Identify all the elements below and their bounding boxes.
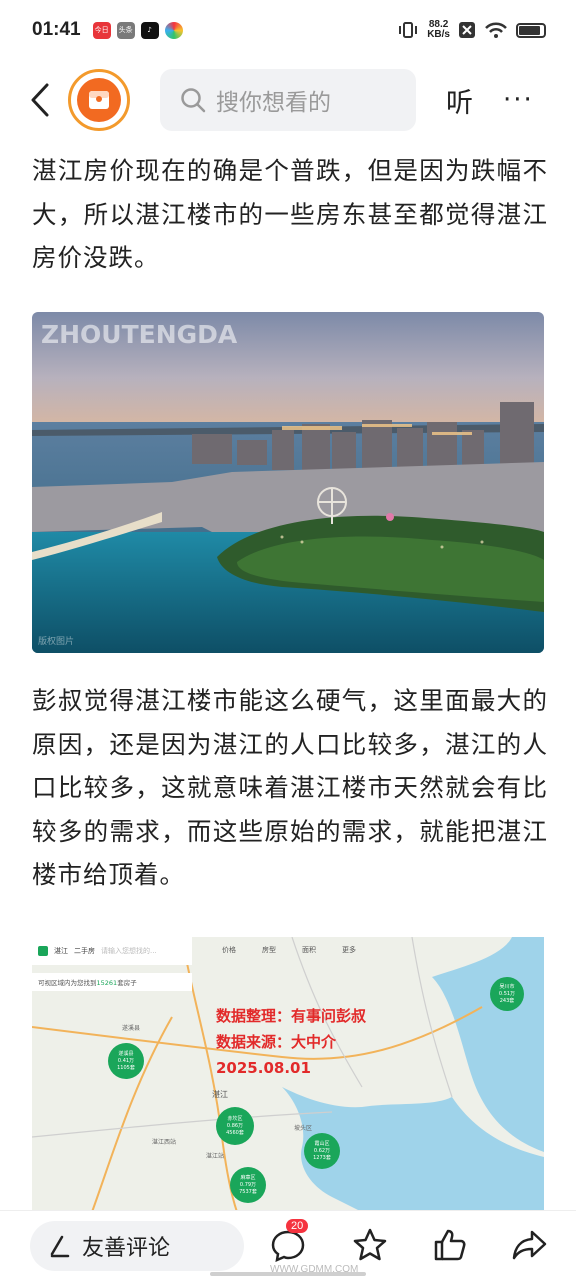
chevron-left-icon [31,83,49,117]
nfc-icon [459,22,475,38]
net-speed: 88.2 KB/s [427,19,450,40]
map-app-header: 湛江 二手房 请输入您想找的... [32,937,192,965]
news-app-icon: 今日 [92,21,111,39]
map-overlay-line-2: 数据来源：大中介 [216,1033,337,1051]
status-app-icons: 今日 头条 ♪ [92,21,183,39]
map-overlay-text: 数据整理：有事问彭叔 数据来源：大中介 2025.08.01 [216,1003,366,1081]
pen-icon [50,1235,70,1257]
wifi-icon [485,22,507,38]
listen-button[interactable]: 听 [446,81,473,120]
photo-credit: 版权图片 [38,637,75,647]
like-button[interactable] [430,1225,470,1265]
map-place-label: 湛江站 [206,1153,225,1160]
search-placeholder: 搜你想看的 [216,90,331,116]
photo-watermark: ZHOUTENGDA [41,320,238,349]
harbor-city-photo [32,312,544,653]
app-logo-icon [38,946,48,956]
map-tab-more: 更多 [342,946,356,954]
map-tab-secondhand: 二手房 [74,947,95,955]
map-overlay-date: 2025.08.01 [216,1059,311,1077]
map-result-hint: 可视区域内为您找到15261套房子 [32,973,192,991]
map-overlay-line-1: 数据整理：有事问彭叔 [216,1007,367,1025]
comments-button[interactable]: 20 [268,1219,309,1265]
map-place-label: 坡头区 [294,1125,313,1132]
favorite-button[interactable] [350,1225,390,1265]
status-time: 01:41 [32,19,81,40]
article-photo[interactable]: ZHOUTENGDA 版权图片 [32,312,544,653]
red-envelope-icon [77,78,121,122]
map-place-label: 遂溪县 [122,1025,141,1032]
map-cluster-chikan[interactable]: 赤坎区 0.86万 4560套 [216,1107,254,1145]
map-cluster-wuchuan[interactable]: 吴川市 0.51万 243套 [490,977,524,1011]
map-filter-tabs: 价格 房型 面积 更多 [222,945,356,955]
author-avatar[interactable] [68,69,130,131]
toutiao-app-icon: 头条 [116,21,135,39]
battery-icon [516,22,546,38]
comment-input[interactable]: 友善评论 [30,1220,244,1271]
search-input[interactable]: 搜你想看的 [160,69,416,131]
article-paragraph-2: 彭叔觉得湛江楼市能这么硬气，这里面最大的原因，还是因为湛江的人口比较多，湛江的人… [32,686,548,889]
map-tab-layout: 房型 [262,946,276,954]
map-place-label: 湛江 [212,1090,228,1099]
comment-placeholder: 友善评论 [82,1235,171,1261]
star-icon [353,1228,387,1261]
home-indicator[interactable] [210,1272,366,1276]
tiktok-app-icon: ♪ [140,21,159,39]
top-nav: 搜你想看的 听 ··· [0,64,576,136]
map-tab-price: 价格 [222,946,236,954]
map-city: 湛江 [54,947,68,955]
colorful-app-icon [164,21,183,39]
share-button[interactable] [510,1225,550,1265]
map-tab-area: 面积 [302,946,316,954]
share-arrow-icon [512,1230,547,1260]
comment-count-badge: 20 [286,1219,309,1233]
article-map-image[interactable]: 湛江 二手房 请输入您想找的... 价格 房型 面积 更多 可视区域内为您找到1… [32,937,544,1212]
status-right: 88.2 KB/s [397,20,546,40]
status-bar: 01:41 今日 头条 ♪ 88.2 KB/s [0,0,576,60]
thumbs-up-icon [434,1229,466,1261]
map-cluster-xiashan[interactable]: 霞山区 0.62万 1273套 [304,1133,340,1169]
article-paragraph-1: 湛江房价现在的确是个普跌，但是因为跌幅不大，所以湛江楼市的一些房东甚至都觉得湛江… [32,156,548,272]
map-cluster-mazhang[interactable]: 麻章区 0.79万 7537套 [230,1167,266,1203]
vibrate-icon [399,22,418,38]
back-button[interactable] [20,80,60,120]
map-search-hint: 请输入您想找的... [101,947,157,955]
comment-bubble-icon [271,1230,305,1262]
search-icon [181,88,206,113]
map-place-label: 湛江西站 [152,1139,177,1146]
more-button[interactable]: ··· [503,85,534,115]
map-cluster-suixi[interactable]: 遂溪县 0.41万 1105套 [108,1043,144,1079]
